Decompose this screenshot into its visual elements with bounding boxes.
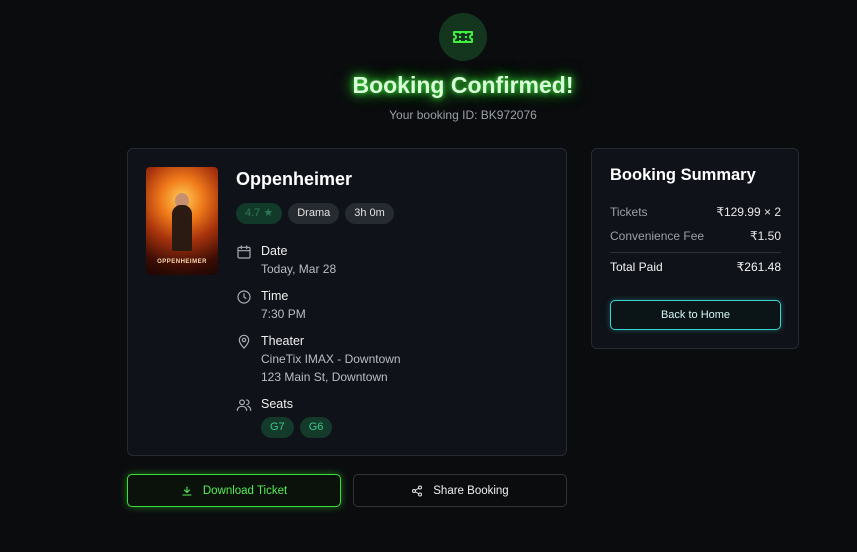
duration-badge: 3h 0m xyxy=(345,203,394,224)
download-icon xyxy=(182,485,192,496)
movie-details-card: OPPENHEIMER Oppenheimer 4.7 ★ Drama 3h 0… xyxy=(127,148,567,456)
seats-label: Seats xyxy=(261,397,293,411)
seat-list: G7 G6 xyxy=(261,417,333,438)
map-pin-icon xyxy=(238,334,250,349)
fee-row: Convenience Fee ₹1.50 xyxy=(610,229,781,243)
share-booking-button[interactable]: Share Booking xyxy=(353,474,567,507)
tickets-label: Tickets xyxy=(610,205,648,219)
page-title: Booking Confirmed! xyxy=(352,72,574,98)
seat-badge: G7 xyxy=(261,417,294,438)
total-label: Total Paid xyxy=(610,260,663,274)
ticket-icon xyxy=(453,31,473,43)
movie-title: Oppenheimer xyxy=(236,169,353,189)
download-ticket-button[interactable]: Download Ticket xyxy=(127,474,341,507)
date-value: Today, Mar 28 xyxy=(261,262,337,276)
clock-icon xyxy=(237,290,251,304)
ticket-badge xyxy=(439,13,487,61)
share-icon xyxy=(412,485,423,496)
fee-label: Convenience Fee xyxy=(610,229,705,243)
share-booking-label: Share Booking xyxy=(433,484,509,497)
movie-tags: 4.7 ★ Drama 3h 0m xyxy=(236,203,394,224)
booking-id-text: Your booking ID: BK972076 xyxy=(389,108,537,122)
theater-label: Theater xyxy=(261,334,305,348)
calendar-icon xyxy=(237,245,251,259)
rating-badge: 4.7 ★ xyxy=(236,203,283,224)
total-row: Total Paid ₹261.48 xyxy=(610,260,781,274)
date-label: Date xyxy=(261,244,288,258)
total-value: ₹261.48 xyxy=(736,260,781,274)
download-ticket-label: Download Ticket xyxy=(202,484,288,497)
back-to-home-button[interactable]: Back to Home xyxy=(610,300,781,330)
booking-confirmation-page: Booking Confirmed! Your booking ID: BK97… xyxy=(0,0,857,552)
genre-badge: Drama xyxy=(288,203,340,224)
theater-address: 123 Main St, Downtown xyxy=(261,370,388,384)
movie-poster: OPPENHEIMER xyxy=(146,167,218,275)
summary-title: Booking Summary xyxy=(610,166,756,184)
tickets-value: ₹129.99 × 2 xyxy=(716,205,781,219)
booking-summary-card: Booking Summary Tickets ₹129.99 × 2 Conv… xyxy=(591,148,799,349)
users-icon xyxy=(236,399,252,411)
time-value: 7:30 PM xyxy=(261,307,306,321)
summary-divider xyxy=(610,252,781,253)
time-label: Time xyxy=(261,289,289,303)
poster-figure-body xyxy=(172,205,192,251)
theater-name: CineTix IMAX - Downtown xyxy=(261,352,401,366)
poster-title: OPPENHEIMER xyxy=(157,259,207,265)
tickets-row: Tickets ₹129.99 × 2 xyxy=(610,205,781,219)
seat-badge: G6 xyxy=(299,417,333,438)
fee-value: ₹1.50 xyxy=(750,229,781,243)
